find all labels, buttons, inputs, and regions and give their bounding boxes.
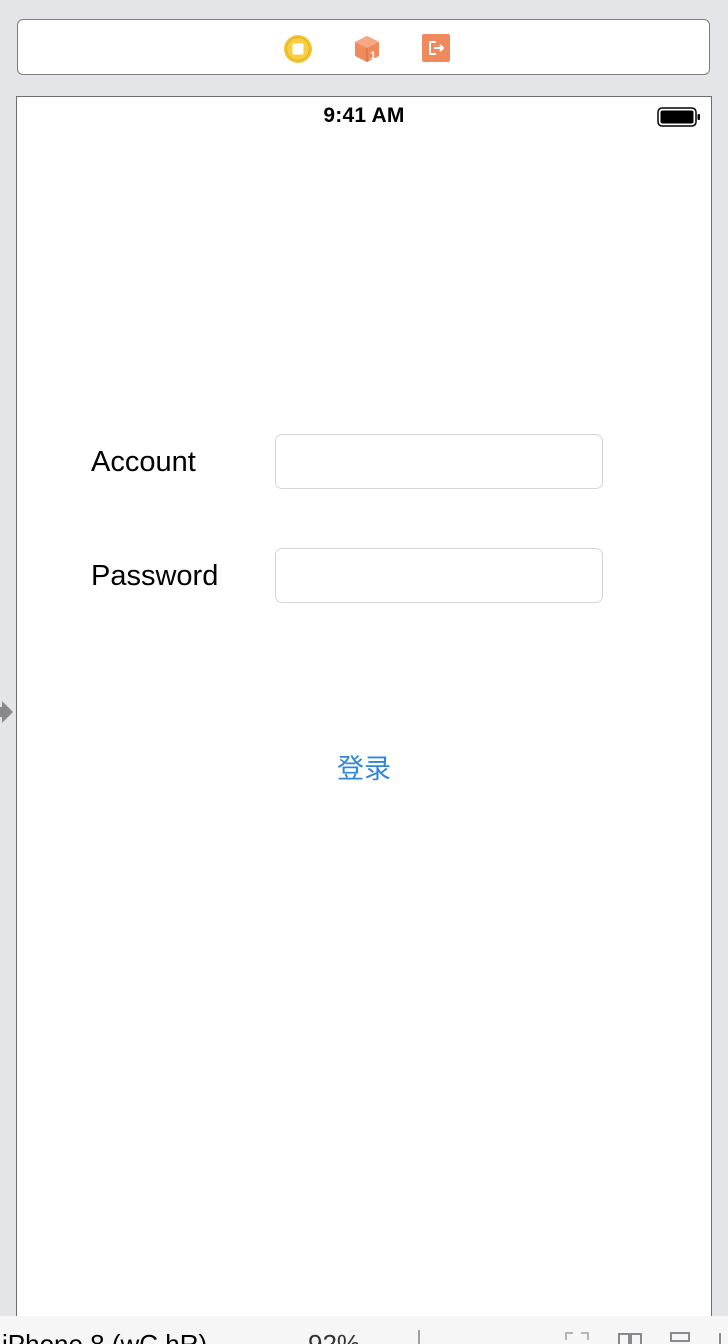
align-icon[interactable] <box>666 1330 694 1344</box>
status-time: 9:41 AM <box>323 104 405 127</box>
exit-icon[interactable] <box>422 34 450 62</box>
zoom-level[interactable]: 92% <box>308 1329 360 1344</box>
password-label: Password <box>91 560 219 592</box>
pin-icon[interactable] <box>716 1330 728 1344</box>
password-field[interactable] <box>275 548 603 603</box>
scene-dock: 1 <box>17 19 710 75</box>
bottom-status-bar: iPhone 8 (wC hR) 92% <box>0 1316 728 1344</box>
update-frames-icon[interactable] <box>563 1330 591 1344</box>
login-button[interactable]: 登录 <box>17 747 711 786</box>
account-label: Account <box>91 446 196 478</box>
embed-in-stack-icon[interactable] <box>616 1330 644 1344</box>
view-controller-icon[interactable] <box>283 34 312 63</box>
svg-text:1: 1 <box>370 50 376 62</box>
first-responder-icon[interactable]: 1 <box>352 34 380 62</box>
device-screen: 9:41 AM Account Password 登录 <box>16 96 712 1336</box>
toolbar-divider <box>418 1330 420 1344</box>
battery-full-icon <box>657 107 701 127</box>
device-config-button[interactable]: iPhone 8 (wC hR) <box>2 1329 207 1344</box>
entry-point-arrow-icon[interactable] <box>0 698 16 726</box>
account-field[interactable] <box>275 434 603 489</box>
